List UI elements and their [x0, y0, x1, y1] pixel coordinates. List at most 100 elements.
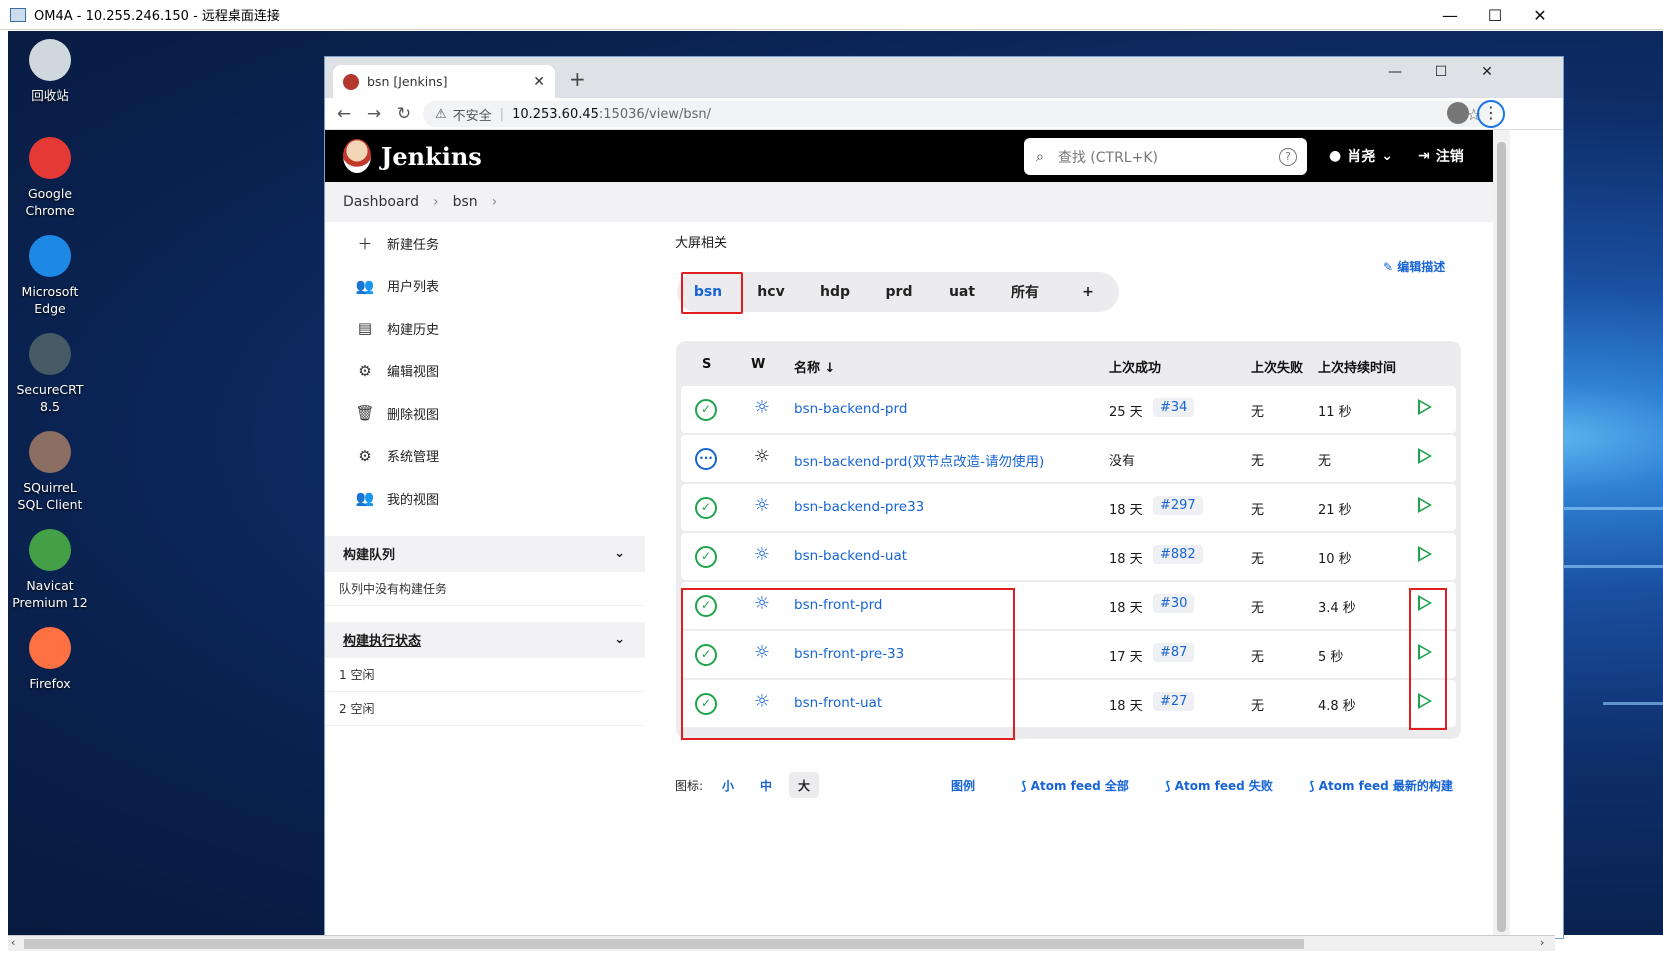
browser-close-button[interactable]: ✕ — [1464, 57, 1510, 87]
build-play-icon[interactable] — [1418, 448, 1432, 464]
rdp-horizontal-scrollbar[interactable]: ‹ › — [8, 935, 1555, 951]
browser-tab[interactable]: bsn [Jenkins] ✕ — [333, 65, 555, 98]
edge-icon — [29, 235, 71, 277]
desktop-icon[interactable]: SecureCRT 8.5 — [10, 333, 90, 415]
legend-link[interactable]: 图例 — [951, 777, 975, 794]
build-play-icon[interactable] — [1418, 497, 1432, 513]
rdp-close-button[interactable]: ✕ — [1517, 0, 1563, 30]
sidebar-item-icon: ⚙ — [358, 446, 372, 465]
view-tab[interactable]: uat — [931, 272, 993, 312]
breadcrumb-dashboard[interactable]: Dashboard — [343, 194, 419, 210]
atom-feed-fail-link[interactable]: ⟆ Atom feed 失败 — [1165, 777, 1273, 794]
job-name-link[interactable]: bsn-backend-uat — [794, 548, 907, 564]
col-last-duration[interactable]: 上次持续时间 — [1318, 357, 1396, 376]
edit-description-link[interactable]: ✎ 编辑描述 — [1383, 258, 1445, 275]
job-name-link[interactable]: bsn-backend-prd(双节点改造-请勿使用) — [794, 450, 1044, 470]
scroll-thumb[interactable] — [24, 939, 1304, 949]
build-number-link[interactable]: #34 — [1153, 398, 1195, 417]
scroll-thumb[interactable] — [1497, 142, 1506, 932]
browser-menu-button[interactable]: ⋮ — [1477, 100, 1505, 128]
breadcrumb-bsn[interactable]: bsn — [453, 194, 478, 210]
view-tab[interactable]: hcv — [739, 272, 803, 312]
reload-button[interactable]: ↻ — [389, 104, 419, 124]
address-bar[interactable]: ⚠ 不安全 | 10.253.60.45 :15036/view/bsn/ ☆ — [423, 101, 1493, 127]
desktop-icon[interactable]: 回收站 — [10, 39, 90, 104]
build-number-link[interactable]: #297 — [1153, 496, 1203, 515]
col-last-failure[interactable]: 上次失败 — [1251, 357, 1303, 376]
rdp-maximize-button[interactable]: ☐ — [1472, 0, 1518, 30]
last-duration: 21 秒 — [1318, 503, 1352, 518]
jenkins-logo[interactable] — [343, 139, 371, 173]
col-status[interactable]: S — [702, 357, 711, 372]
chevron-right-icon[interactable]: › — [492, 194, 498, 210]
forward-button[interactable]: → — [359, 104, 389, 124]
browser-maximize-button[interactable]: ☐ — [1418, 57, 1464, 87]
last-success: 18 天 — [1109, 503, 1143, 518]
sidebar-item[interactable]: 🗑 删除视图 — [325, 392, 645, 435]
scroll-right-icon[interactable]: › — [1540, 936, 1544, 949]
sidebar-item[interactable]: 👥 我的视图 — [325, 477, 645, 520]
search-input[interactable]: 查找 (CTRL+K) — [1058, 147, 1279, 167]
view-tab[interactable]: + — [1057, 272, 1119, 312]
breadcrumb: Dashboard › bsn › — [325, 182, 1493, 222]
page-vertical-scrollbar[interactable] — [1493, 130, 1510, 938]
view-tab[interactable]: hdp — [803, 272, 867, 312]
build-number-link[interactable]: #30 — [1153, 594, 1195, 613]
chevron-down-icon[interactable]: ⌄ — [614, 546, 625, 561]
desktop-icon[interactable]: Navicat Premium 12 — [10, 529, 90, 611]
sidebar-item[interactable]: ＋ 新建任务 — [325, 222, 645, 265]
atom-feed-all-link[interactable]: ⟆ Atom feed 全部 — [1021, 777, 1129, 794]
col-last-success[interactable]: 上次成功 — [1109, 357, 1161, 376]
back-button[interactable]: ← — [329, 104, 359, 124]
executors-title[interactable]: 构建执行状态 — [343, 630, 421, 649]
scroll-left-icon[interactable]: ‹ — [11, 936, 15, 949]
col-name[interactable]: 名称 ↓ — [794, 357, 835, 376]
job-name-link[interactable]: bsn-backend-pre33 — [794, 499, 924, 515]
user-icon: ● — [1329, 148, 1342, 164]
atom-feed-latest-link[interactable]: ⟆ Atom feed 最新的构建 — [1309, 777, 1453, 794]
sidebar-item[interactable]: 👥 用户列表 — [325, 265, 645, 308]
job-name-link[interactable]: bsn-backend-prd — [794, 401, 907, 417]
user-menu[interactable]: ● 肖尧 ⌄ — [1329, 146, 1393, 166]
build-number-link[interactable]: #87 — [1153, 643, 1195, 662]
sidebar-item[interactable]: ⚙ 系统管理 — [325, 435, 645, 478]
desktop-icon[interactable]: Firefox — [10, 627, 90, 692]
new-tab-button[interactable]: + — [569, 67, 586, 91]
desktop-icon[interactable]: Microsoft Edge — [10, 235, 90, 317]
build-number-link[interactable]: #27 — [1153, 692, 1195, 711]
url-path: :15036/view/bsn/ — [598, 106, 711, 122]
rdp-minimize-button[interactable]: — — [1427, 0, 1473, 30]
icon-size-large[interactable]: 大 — [789, 772, 820, 798]
atom-feed-fail-label: Atom feed 失败 — [1174, 778, 1273, 793]
view-tab[interactable]: prd — [867, 272, 931, 312]
executors-header[interactable]: 构建执行状态 ⌄ — [325, 621, 645, 658]
sidebar-item[interactable]: ⚙ 编辑视图 — [325, 350, 645, 393]
last-failure: 无 — [1251, 699, 1265, 714]
build-queue-header[interactable]: 构建队列 ⌄ — [325, 535, 645, 572]
search-box[interactable]: ⌕ 查找 (CTRL+K) ? — [1024, 138, 1307, 175]
desktop-icon[interactable]: SQuirreL SQL Client — [10, 431, 90, 513]
search-icon: ⌕ — [1036, 148, 1044, 165]
logout-link[interactable]: ⇥ 注销 — [1418, 146, 1464, 166]
help-icon[interactable]: ? — [1279, 147, 1297, 166]
desktop-icon-label: Google Chrome — [25, 186, 75, 218]
tab-close-icon[interactable]: ✕ — [533, 74, 545, 90]
insecure-warning-icon[interactable]: ⚠ — [435, 107, 447, 122]
sidebar-item[interactable]: ▤ 构建历史 — [325, 307, 645, 350]
build-play-icon[interactable] — [1418, 399, 1432, 415]
profile-avatar[interactable] — [1447, 102, 1469, 124]
chrome-window: bsn [Jenkins] ✕ + — ☐ ✕ ← → ↻ ⚠ 不安全 | 10… — [324, 56, 1564, 939]
chrome-icon — [29, 137, 71, 179]
sidebar-item-icon: ▤ — [357, 319, 373, 338]
build-number-link[interactable]: #882 — [1153, 545, 1203, 564]
view-tab[interactable]: 所有 — [993, 272, 1057, 312]
desktop-icon[interactable]: Google Chrome — [10, 137, 90, 219]
build-play-icon[interactable] — [1418, 546, 1432, 562]
chevron-down-icon[interactable]: ⌄ — [614, 632, 625, 647]
col-weather[interactable]: W — [751, 357, 765, 372]
icon-size-medium[interactable]: 中 — [751, 772, 781, 798]
browser-minimize-button[interactable]: — — [1372, 57, 1418, 87]
jenkins-title[interactable]: Jenkins — [381, 142, 482, 171]
icon-size-small[interactable]: 小 — [713, 772, 743, 798]
executor-item: 2 空闲 — [325, 692, 645, 726]
